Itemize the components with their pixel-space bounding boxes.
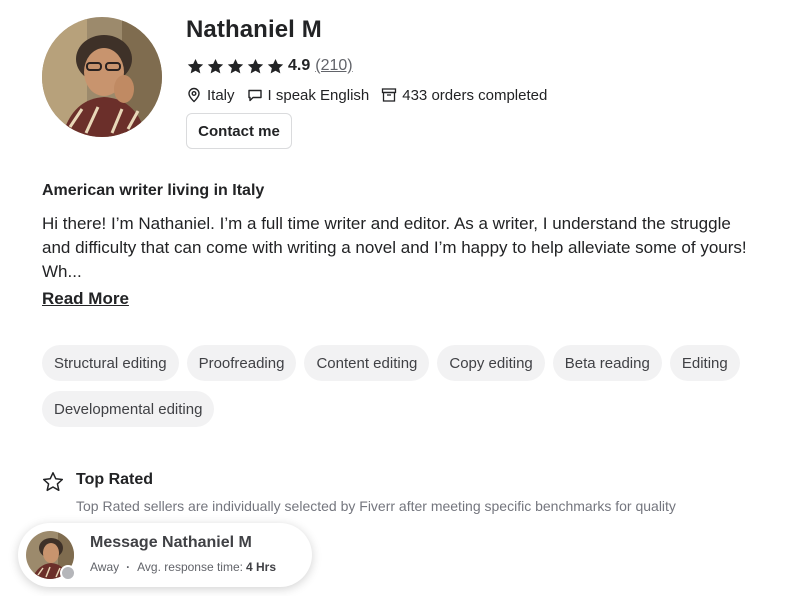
languages-text: I speak English [267, 86, 370, 104]
response-time-value: 4 Hrs [245, 560, 277, 574]
star-rating [186, 57, 285, 76]
message-card-status: Away · Avg. response time: 4 Hrs [90, 560, 276, 574]
star-icon [267, 58, 284, 73]
location-text: Italy [207, 86, 235, 104]
star-icon [187, 58, 204, 73]
skill-chip[interactable]: Developmental editing [42, 391, 215, 427]
separator-dot: · [126, 560, 131, 574]
seller-meta: Italy I speak English 433 orders complet… [186, 84, 559, 106]
skills-list: Structural editing Proofreading Content … [42, 345, 762, 427]
star-icon [207, 58, 224, 73]
message-seller-card[interactable]: Message Nathaniel M Away · Avg. response… [18, 523, 312, 587]
star-icon [247, 58, 264, 73]
rating-row: 4.9 (210) [186, 56, 353, 76]
skill-chip[interactable]: Beta reading [552, 345, 662, 381]
skill-chip[interactable]: Copy editing [437, 345, 545, 381]
response-time-label: Avg. response time: [137, 560, 243, 574]
away-status-dot [60, 565, 76, 581]
location: Italy [186, 87, 235, 104]
rating-value: 4.9 [288, 57, 311, 74]
review-count-link[interactable]: (210) [315, 57, 352, 75]
orders: 433 orders completed [381, 87, 547, 104]
speech-bubble-icon [247, 89, 262, 102]
seller-profile: Nathaniel M 4.9 (210) Italy I speak Engl… [0, 0, 794, 596]
seller-description: Hi there! I’m Nathaniel. I’m a full time… [42, 214, 747, 281]
contact-me-button[interactable]: Contact me [186, 113, 292, 149]
star-icon [227, 58, 244, 73]
skill-chip[interactable]: Editing [669, 345, 740, 381]
orders-text: 433 orders completed [402, 86, 548, 104]
read-more-link[interactable]: Read More [42, 289, 129, 309]
seller-name: Nathaniel M [186, 16, 322, 43]
skill-chip[interactable]: Proofreading [186, 345, 297, 381]
skill-chip[interactable]: Content editing [304, 345, 430, 381]
location-pin-icon [188, 87, 200, 103]
top-rated-badge [41, 470, 65, 494]
availability-status: Away [90, 560, 120, 574]
seller-avatar[interactable] [42, 17, 162, 137]
top-rated-title: Top Rated [76, 471, 154, 488]
message-card-title: Message Nathaniel M [90, 534, 252, 551]
languages: I speak English [247, 86, 370, 104]
box-icon [382, 88, 397, 102]
star-outline-icon [42, 472, 64, 492]
skill-chip[interactable]: Structural editing [42, 345, 179, 381]
seller-photo [42, 17, 162, 137]
top-rated-description: Top Rated sellers are individually selec… [76, 498, 676, 514]
seller-tagline: American writer living in Italy [42, 182, 265, 199]
